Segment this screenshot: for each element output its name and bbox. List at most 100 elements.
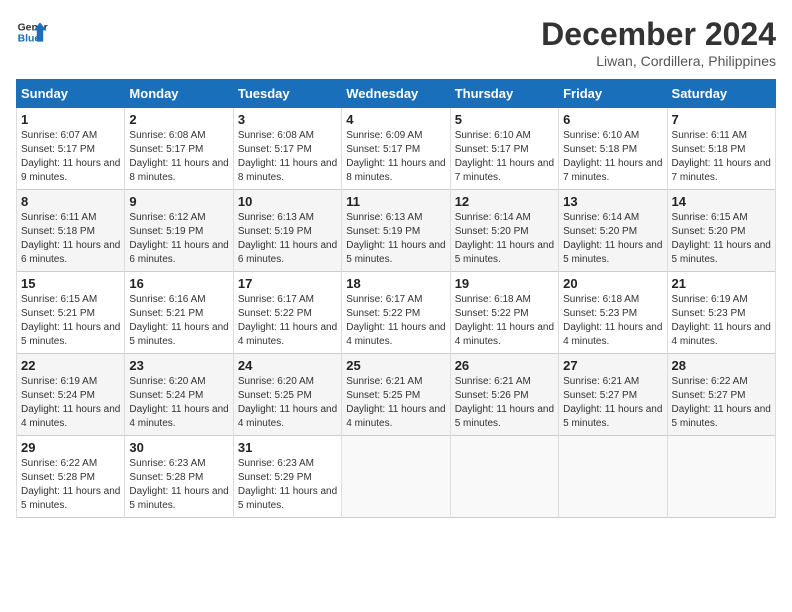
calendar-cell: 17 Sunrise: 6:17 AMSunset: 5:22 PMDaylig… (233, 272, 341, 354)
day-info: Sunrise: 6:10 AMSunset: 5:17 PMDaylight:… (455, 129, 554, 185)
weekday-header: Thursday (450, 80, 558, 108)
calendar-cell (342, 436, 450, 518)
day-number: 8 (21, 194, 120, 209)
day-number: 1 (21, 112, 120, 127)
location: Liwan, Cordillera, Philippines (541, 53, 776, 69)
day-number: 20 (563, 276, 662, 291)
day-info: Sunrise: 6:21 AMSunset: 5:26 PMDaylight:… (455, 375, 554, 431)
weekday-header: Tuesday (233, 80, 341, 108)
calendar-cell: 13 Sunrise: 6:14 AMSunset: 5:20 PMDaylig… (559, 190, 667, 272)
day-info: Sunrise: 6:17 AMSunset: 5:22 PMDaylight:… (238, 293, 337, 349)
day-info: Sunrise: 6:15 AMSunset: 5:20 PMDaylight:… (672, 211, 771, 267)
day-info: Sunrise: 6:14 AMSunset: 5:20 PMDaylight:… (455, 211, 554, 267)
day-number: 6 (563, 112, 662, 127)
day-number: 5 (455, 112, 554, 127)
calendar-week-row: 29 Sunrise: 6:22 AMSunset: 5:28 PMDaylig… (17, 436, 776, 518)
calendar-cell (450, 436, 558, 518)
calendar-cell: 22 Sunrise: 6:19 AMSunset: 5:24 PMDaylig… (17, 354, 125, 436)
day-number: 15 (21, 276, 120, 291)
calendar-week-row: 8 Sunrise: 6:11 AMSunset: 5:18 PMDayligh… (17, 190, 776, 272)
day-info: Sunrise: 6:08 AMSunset: 5:17 PMDaylight:… (238, 129, 337, 185)
day-number: 12 (455, 194, 554, 209)
calendar-cell: 9 Sunrise: 6:12 AMSunset: 5:19 PMDayligh… (125, 190, 233, 272)
calendar-cell: 23 Sunrise: 6:20 AMSunset: 5:24 PMDaylig… (125, 354, 233, 436)
day-number: 2 (129, 112, 228, 127)
month-title: December 2024 (541, 16, 776, 53)
calendar-table: SundayMondayTuesdayWednesdayThursdayFrid… (16, 79, 776, 518)
day-info: Sunrise: 6:10 AMSunset: 5:18 PMDaylight:… (563, 129, 662, 185)
calendar-cell: 7 Sunrise: 6:11 AMSunset: 5:18 PMDayligh… (667, 108, 775, 190)
weekday-header: Monday (125, 80, 233, 108)
calendar-cell: 12 Sunrise: 6:14 AMSunset: 5:20 PMDaylig… (450, 190, 558, 272)
day-number: 18 (346, 276, 445, 291)
calendar-cell: 6 Sunrise: 6:10 AMSunset: 5:18 PMDayligh… (559, 108, 667, 190)
day-number: 19 (455, 276, 554, 291)
day-info: Sunrise: 6:19 AMSunset: 5:23 PMDaylight:… (672, 293, 771, 349)
day-number: 22 (21, 358, 120, 373)
day-info: Sunrise: 6:22 AMSunset: 5:27 PMDaylight:… (672, 375, 771, 431)
day-info: Sunrise: 6:21 AMSunset: 5:25 PMDaylight:… (346, 375, 445, 431)
calendar-cell: 5 Sunrise: 6:10 AMSunset: 5:17 PMDayligh… (450, 108, 558, 190)
weekday-header-row: SundayMondayTuesdayWednesdayThursdayFrid… (17, 80, 776, 108)
calendar-week-row: 1 Sunrise: 6:07 AMSunset: 5:17 PMDayligh… (17, 108, 776, 190)
day-info: Sunrise: 6:15 AMSunset: 5:21 PMDaylight:… (21, 293, 120, 349)
day-info: Sunrise: 6:14 AMSunset: 5:20 PMDaylight:… (563, 211, 662, 267)
day-number: 9 (129, 194, 228, 209)
day-info: Sunrise: 6:07 AMSunset: 5:17 PMDaylight:… (21, 129, 120, 185)
day-number: 24 (238, 358, 337, 373)
title-block: December 2024 Liwan, Cordillera, Philipp… (541, 16, 776, 69)
day-info: Sunrise: 6:20 AMSunset: 5:25 PMDaylight:… (238, 375, 337, 431)
day-number: 21 (672, 276, 771, 291)
calendar-cell: 21 Sunrise: 6:19 AMSunset: 5:23 PMDaylig… (667, 272, 775, 354)
calendar-week-row: 22 Sunrise: 6:19 AMSunset: 5:24 PMDaylig… (17, 354, 776, 436)
day-info: Sunrise: 6:11 AMSunset: 5:18 PMDaylight:… (21, 211, 120, 267)
day-number: 7 (672, 112, 771, 127)
day-info: Sunrise: 6:20 AMSunset: 5:24 PMDaylight:… (129, 375, 228, 431)
day-number: 28 (672, 358, 771, 373)
weekday-header: Saturday (667, 80, 775, 108)
calendar-cell: 18 Sunrise: 6:17 AMSunset: 5:22 PMDaylig… (342, 272, 450, 354)
day-number: 11 (346, 194, 445, 209)
calendar-cell: 30 Sunrise: 6:23 AMSunset: 5:28 PMDaylig… (125, 436, 233, 518)
calendar-cell: 3 Sunrise: 6:08 AMSunset: 5:17 PMDayligh… (233, 108, 341, 190)
day-info: Sunrise: 6:16 AMSunset: 5:21 PMDaylight:… (129, 293, 228, 349)
calendar-cell (667, 436, 775, 518)
day-info: Sunrise: 6:21 AMSunset: 5:27 PMDaylight:… (563, 375, 662, 431)
day-info: Sunrise: 6:23 AMSunset: 5:28 PMDaylight:… (129, 457, 228, 513)
day-info: Sunrise: 6:17 AMSunset: 5:22 PMDaylight:… (346, 293, 445, 349)
day-info: Sunrise: 6:22 AMSunset: 5:28 PMDaylight:… (21, 457, 120, 513)
day-number: 29 (21, 440, 120, 455)
calendar-cell: 25 Sunrise: 6:21 AMSunset: 5:25 PMDaylig… (342, 354, 450, 436)
day-info: Sunrise: 6:12 AMSunset: 5:19 PMDaylight:… (129, 211, 228, 267)
weekday-header: Friday (559, 80, 667, 108)
calendar-cell: 19 Sunrise: 6:18 AMSunset: 5:22 PMDaylig… (450, 272, 558, 354)
calendar-cell: 11 Sunrise: 6:13 AMSunset: 5:19 PMDaylig… (342, 190, 450, 272)
page-header: General Blue December 2024 Liwan, Cordil… (16, 16, 776, 69)
calendar-week-row: 15 Sunrise: 6:15 AMSunset: 5:21 PMDaylig… (17, 272, 776, 354)
day-info: Sunrise: 6:13 AMSunset: 5:19 PMDaylight:… (238, 211, 337, 267)
calendar-cell: 4 Sunrise: 6:09 AMSunset: 5:17 PMDayligh… (342, 108, 450, 190)
day-info: Sunrise: 6:23 AMSunset: 5:29 PMDaylight:… (238, 457, 337, 513)
day-number: 17 (238, 276, 337, 291)
calendar-cell: 20 Sunrise: 6:18 AMSunset: 5:23 PMDaylig… (559, 272, 667, 354)
day-number: 26 (455, 358, 554, 373)
day-info: Sunrise: 6:18 AMSunset: 5:23 PMDaylight:… (563, 293, 662, 349)
day-number: 10 (238, 194, 337, 209)
calendar-cell: 28 Sunrise: 6:22 AMSunset: 5:27 PMDaylig… (667, 354, 775, 436)
day-number: 13 (563, 194, 662, 209)
day-number: 4 (346, 112, 445, 127)
weekday-header: Sunday (17, 80, 125, 108)
weekday-header: Wednesday (342, 80, 450, 108)
day-number: 25 (346, 358, 445, 373)
calendar-cell: 24 Sunrise: 6:20 AMSunset: 5:25 PMDaylig… (233, 354, 341, 436)
day-number: 14 (672, 194, 771, 209)
calendar-cell: 16 Sunrise: 6:16 AMSunset: 5:21 PMDaylig… (125, 272, 233, 354)
calendar-cell: 29 Sunrise: 6:22 AMSunset: 5:28 PMDaylig… (17, 436, 125, 518)
day-info: Sunrise: 6:19 AMSunset: 5:24 PMDaylight:… (21, 375, 120, 431)
calendar-cell: 14 Sunrise: 6:15 AMSunset: 5:20 PMDaylig… (667, 190, 775, 272)
calendar-cell: 8 Sunrise: 6:11 AMSunset: 5:18 PMDayligh… (17, 190, 125, 272)
day-info: Sunrise: 6:08 AMSunset: 5:17 PMDaylight:… (129, 129, 228, 185)
calendar-cell: 10 Sunrise: 6:13 AMSunset: 5:19 PMDaylig… (233, 190, 341, 272)
day-number: 27 (563, 358, 662, 373)
day-number: 16 (129, 276, 228, 291)
